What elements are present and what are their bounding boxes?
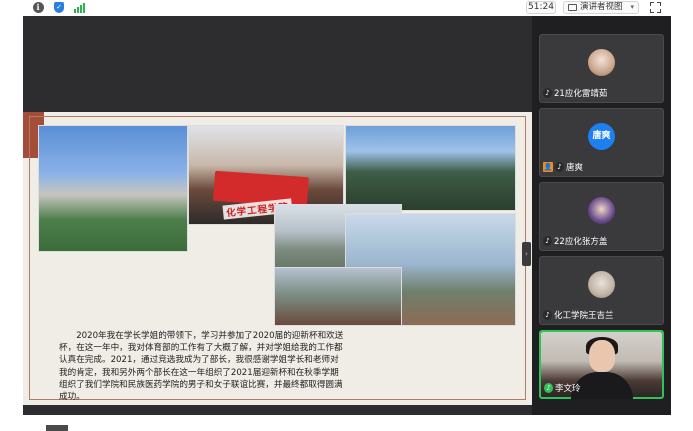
presentation-slide: 化学工程学院 2020年我在学长学姐的带领下，学习并参加了2020届的迎新杯和欢… bbox=[23, 112, 532, 405]
chevron-down-icon: ▾ bbox=[630, 3, 634, 11]
photo-group-court bbox=[345, 125, 516, 211]
mic-active-icon: ♪ bbox=[544, 383, 553, 393]
participant-name-row: ♪ 22应化张方盖 bbox=[543, 235, 607, 247]
participant-tile[interactable]: 唐爽 👤 ♪ 唐爽 bbox=[539, 108, 664, 177]
participant-tile-active-speaker[interactable]: ♪ 李文玲 bbox=[539, 330, 664, 399]
mic-muted-icon: ♪ bbox=[543, 310, 552, 320]
mic-muted-icon: ♪ bbox=[543, 236, 552, 246]
info-icon[interactable]: i bbox=[31, 1, 45, 14]
avatar bbox=[588, 197, 615, 224]
avatar: 唐爽 bbox=[588, 123, 615, 150]
top-toolbar: i ✓ 51:24 演讲者视图 ▾ bbox=[0, 0, 693, 16]
video-face bbox=[589, 340, 615, 372]
shield-icon[interactable]: ✓ bbox=[52, 1, 66, 14]
meeting-timer: 51:24 bbox=[526, 1, 556, 14]
photo-basketball-game bbox=[274, 267, 402, 326]
participant-name: 李文玲 bbox=[555, 384, 581, 394]
participant-sidebar: ♪ 21应化雷靖茹 唐爽 👤 ♪ 唐爽 ♪ 22应化张方盖 ♪ 化工学院王吉兰 bbox=[532, 16, 671, 415]
participant-name: 唐爽 bbox=[566, 163, 584, 173]
fullscreen-icon[interactable] bbox=[650, 2, 661, 13]
avatar bbox=[588, 271, 615, 298]
participant-name-row: ♪ 李文玲 bbox=[544, 382, 581, 394]
mic-muted-icon: ♪ bbox=[543, 88, 552, 98]
participant-name-row: ♪ 化工学院王吉兰 bbox=[543, 309, 614, 321]
avatar bbox=[588, 49, 615, 76]
slide-body-text: 2020年我在学长学姐的带领下，学习并参加了2020届的迎新杯和欢送杯，在这一年… bbox=[59, 331, 344, 403]
participant-name: 化工学院王吉兰 bbox=[554, 311, 614, 321]
view-mode-label: 演讲者视图 bbox=[580, 2, 623, 12]
participant-tile[interactable]: ♪ 22应化张方盖 bbox=[539, 182, 664, 251]
mic-muted-icon: ♪ bbox=[555, 162, 564, 172]
slide-thumbnail-tab[interactable] bbox=[46, 425, 68, 431]
view-mode-selector[interactable]: 演讲者视图 ▾ bbox=[563, 1, 639, 14]
signal-icon[interactable] bbox=[72, 2, 86, 13]
photo-group-outdoor bbox=[38, 125, 188, 252]
participant-name: 22应化张方盖 bbox=[554, 237, 608, 247]
participant-name-row: 👤 ♪ 唐爽 bbox=[543, 161, 583, 173]
participant-tile[interactable]: ♪ 21应化雷靖茹 bbox=[539, 34, 664, 103]
collapse-sidebar-handle[interactable]: › bbox=[522, 242, 531, 266]
speaker-view-icon bbox=[568, 4, 577, 11]
host-icon: 👤 bbox=[543, 162, 553, 172]
right-margin bbox=[671, 16, 693, 415]
participant-tile[interactable]: ♪ 化工学院王吉兰 bbox=[539, 256, 664, 325]
shared-screen-area: 化学工程学院 2020年我在学长学姐的带领下，学习并参加了2020届的迎新杯和欢… bbox=[23, 16, 532, 431]
participant-name-row: ♪ 21应化雷靖茹 bbox=[543, 87, 607, 99]
participant-name: 21应化雷靖茹 bbox=[554, 89, 608, 99]
